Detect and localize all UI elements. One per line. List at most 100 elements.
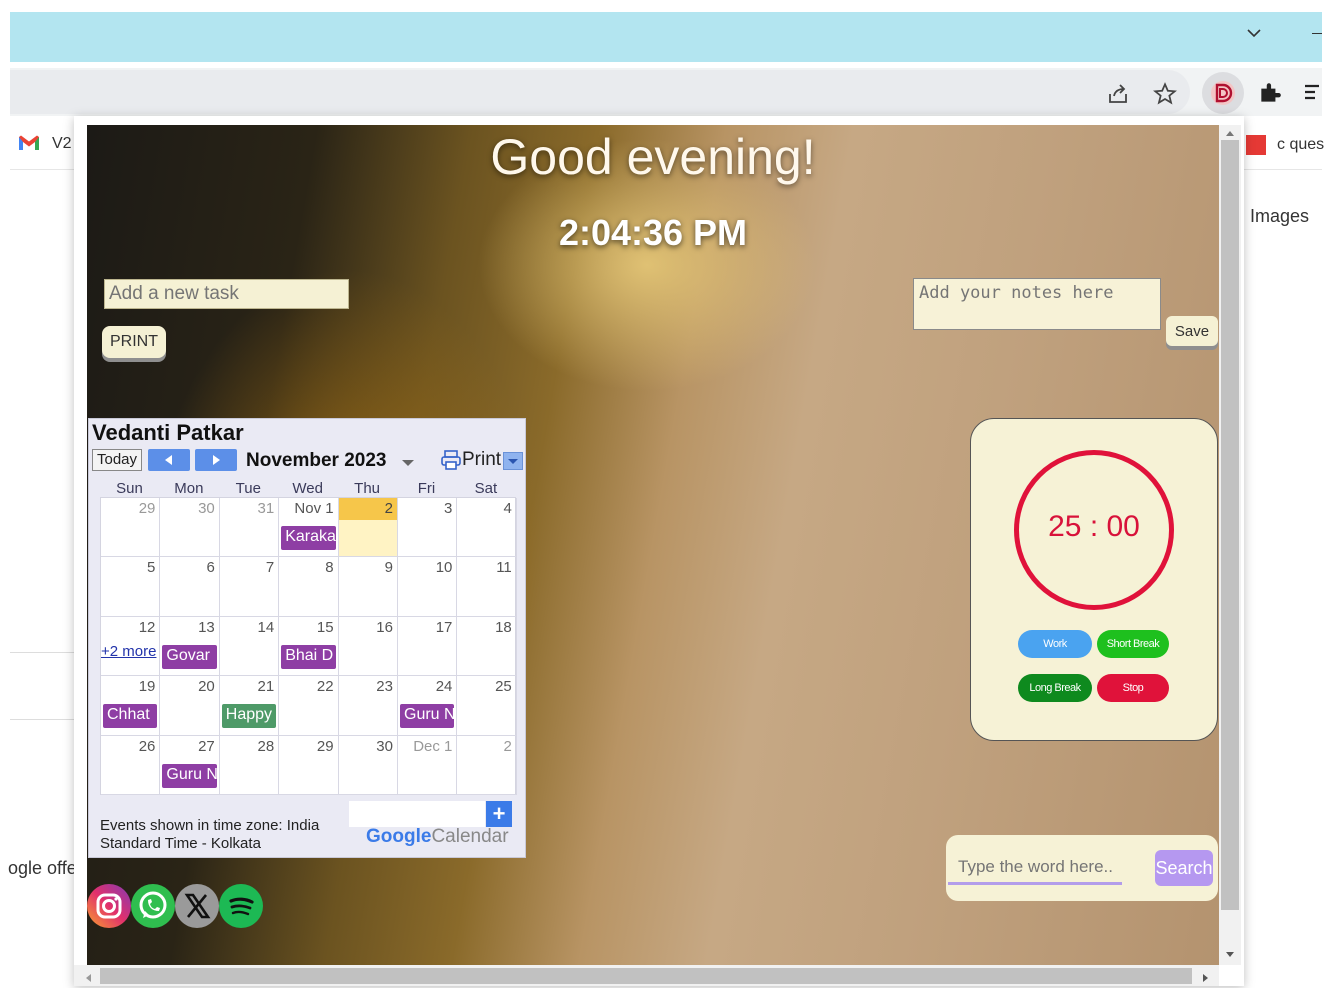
calendar-day-cell[interactable]: 4 [457,498,517,558]
calendar-day-cell[interactable]: 28 [219,735,280,795]
calendar-event[interactable]: Karaka [281,526,336,550]
calendar-day-cell[interactable]: 26 [101,735,161,795]
print-dropdown-button[interactable] [503,452,523,470]
bookmark-v2-label[interactable]: V2 [52,135,72,153]
long-break-button[interactable]: Long Break [1018,674,1092,702]
calendar-day-cell[interactable]: 6 [160,557,220,617]
extension-d-icon[interactable] [1202,72,1244,114]
day-of-week-header: Mon [174,480,204,497]
images-link[interactable]: Images [1250,206,1309,227]
google-wordmark: Google [366,826,432,847]
calendar-day-number: 12 [138,618,156,636]
day-of-week-header: Tue [235,480,261,497]
add-to-calendar-button[interactable]: + [486,801,512,827]
calendar-day-number: 25 [495,678,512,696]
calendar-day-cell[interactable]: 10 [398,557,458,617]
printer-icon[interactable] [440,449,462,475]
calendar-day-number: 30 [376,737,393,755]
calendar-day-number: Nov 1 [294,500,334,517]
print-button[interactable]: PRINT [102,326,166,358]
scroll-up-arrow-icon[interactable] [1225,124,1235,142]
calendar-day-cell[interactable]: 17 [398,616,458,677]
save-notes-button[interactable]: Save [1166,316,1218,346]
calendar-day-cell[interactable]: 30 [338,735,398,795]
extensions-puzzle-icon[interactable] [1257,80,1283,111]
bookmark-site-icon[interactable] [1246,135,1266,155]
calendar-day-cell[interactable]: 31 [219,498,280,558]
spotify-icon[interactable] [219,884,263,928]
calendar-day-cell[interactable]: 29 [101,498,161,558]
vertical-scrollbar-thumb[interactable] [1221,140,1239,910]
horizontal-scrollbar-thumb[interactable] [100,968,1192,984]
arrow-right-icon [213,455,220,465]
calendar-day-cell[interactable]: 30 [160,498,220,558]
calendar-day-number: 24 [435,678,453,696]
month-dropdown-icon[interactable] [401,455,415,472]
chevron-down-icon[interactable] [1245,24,1263,47]
calendar-day-number: 31 [257,500,275,517]
calendar-day-cell[interactable]: 11 [457,557,517,617]
bookmark-c-ques-label[interactable]: c ques [1277,136,1324,154]
address-bar[interactable] [10,70,1190,114]
arrow-left-icon [165,455,172,465]
calendar-event[interactable]: Guru N [400,704,455,729]
calendar-day-cell[interactable]: 22 [279,676,339,736]
calendar-day-cell[interactable]: 25 [457,676,517,736]
calendar-day-cell[interactable]: 8 [279,557,339,617]
calendar-wordmark: Calendar [431,826,509,847]
calendar-day-cell[interactable]: 23 [338,676,398,736]
calendar-day-cell[interactable]: 18 [457,616,517,677]
calendar-day-number: 20 [198,678,215,696]
calendar-event[interactable]: Chhat [103,704,158,729]
calendar-event[interactable]: Bhai D [281,644,336,669]
share-icon[interactable] [1106,82,1130,111]
x-twitter-icon[interactable] [175,884,219,928]
calendar-day-cell[interactable]: Dec 1 [398,735,458,795]
calendar-day-cell[interactable]: 20 [160,676,220,736]
calendar-day-number: 7 [265,559,275,577]
word-search-input[interactable] [948,851,1122,885]
google-calendar-logo[interactable]: GoogleCalendar [366,826,509,848]
calendar-day-cell[interactable]: 16 [338,616,398,677]
clock-display: 2:04:36 PM [558,212,748,253]
calendar-day-number: 8 [325,559,334,577]
calendar-day-number: 2 [338,498,397,520]
calendar-day-cell[interactable]: 7 [219,557,280,617]
scroll-right-arrow-icon[interactable] [1202,970,1210,988]
calendar-day-cell[interactable]: 2 [457,735,517,795]
today-button[interactable]: Today [92,449,142,471]
notes-textarea[interactable] [913,278,1161,330]
calendar-day-cell[interactable]: 3 [398,498,458,558]
calendar-print-link[interactable]: Print [462,449,501,471]
whatsapp-icon[interactable] [131,884,175,928]
stop-button[interactable]: Stop [1097,674,1169,702]
calendar-event[interactable]: Guru N [162,763,217,788]
new-task-input[interactable] [104,279,349,309]
bookmark-star-icon[interactable] [1152,81,1178,112]
calendar-event[interactable]: Happy [221,704,277,729]
gmail-icon[interactable] [17,134,41,157]
browser-title-bar [10,12,1322,62]
calendar-day-cell[interactable]: 29 [279,735,339,795]
short-break-button[interactable]: Short Break [1097,630,1169,658]
instagram-icon[interactable] [87,884,131,928]
calendar-event[interactable]: Govar [162,644,217,669]
work-button[interactable]: Work [1018,630,1092,658]
search-button[interactable]: Search [1155,850,1213,886]
calendar-day-cell[interactable]: 14 [219,616,280,677]
calendar-day-cell[interactable]: 9 [338,557,398,617]
prev-month-button[interactable] [148,449,190,471]
calendar-day-number: 9 [384,559,393,577]
scroll-left-arrow-icon[interactable] [84,970,92,988]
day-of-week-header: Wed [292,480,323,497]
more-events-link[interactable]: +2 more [101,643,156,660]
reading-list-icon[interactable] [1303,82,1323,107]
calendar-day-cell[interactable]: 5 [101,557,161,617]
calendar-day-cell[interactable]: 2 [338,498,398,558]
scroll-down-arrow-icon[interactable] [1225,946,1235,964]
calendar-owner-title: Vedanti Patkar [92,420,244,445]
plus-icon: + [492,801,506,826]
calendar-day-number: 4 [503,500,512,517]
next-month-button[interactable] [195,449,237,471]
minimize-icon[interactable] [1312,33,1322,34]
